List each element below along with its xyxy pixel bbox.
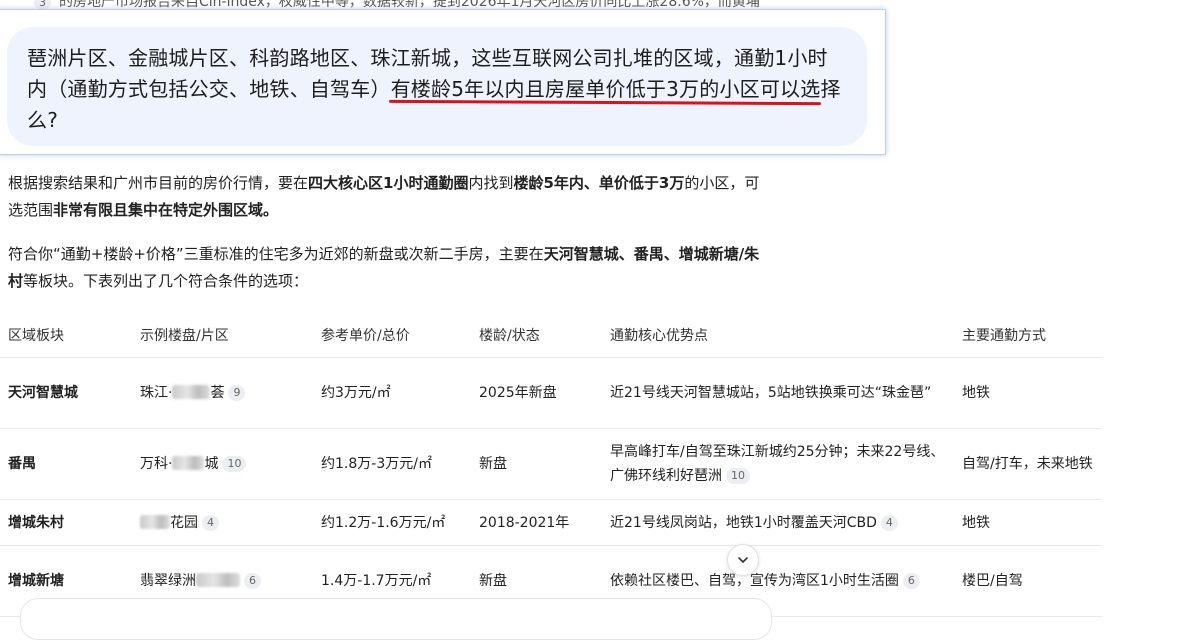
- answer-paragraph-2: 符合你“通勤+楼龄+价格”三重标准的住宅多为近郊的新盘或次新二手房，主要在天河智…: [8, 241, 768, 295]
- options-table: 区域板块 示例楼盘/片区 参考单价/总价 楼龄/状态 通勤核心优势点 主要通勤方…: [0, 313, 1102, 617]
- cell-advantage: 早高峰打车/自驾至珠江新城约25分钟；未来22号线、广佛环线利好琶洲 10: [602, 428, 954, 500]
- citation-badge[interactable]: 9: [228, 385, 246, 401]
- cell-estate: 珠江· 荟 9: [132, 357, 313, 429]
- advantage-text: 近21号线凤岗站，地铁1小时覆盖天河CBD: [610, 514, 877, 531]
- cell-age: 新盘: [471, 428, 602, 500]
- citation-badge[interactable]: 10: [726, 468, 750, 484]
- cell-price: 约1.8万-3万元/㎡: [313, 428, 471, 500]
- estate-name: 荟: [210, 385, 225, 401]
- cell-estate: 万科· 城 10: [132, 428, 313, 500]
- cell-age: 2018-2021年: [471, 499, 602, 546]
- answer-bold: 楼龄5年内、单价低于3万: [513, 174, 685, 192]
- cell-price: 约1.2万-1.6万元/㎡: [313, 499, 471, 546]
- query-underlined-text: 有楼龄5年以内且房屋单价低于3万的小区可以选: [390, 77, 821, 101]
- cell-commute: 地铁: [954, 499, 1102, 546]
- cell-advantage: 近21号线天河智慧城站，5站地铁换乘可达“珠金琶”: [602, 357, 954, 429]
- header-price: 参考单价/总价: [313, 313, 471, 358]
- cell-region: 天河智慧城: [0, 357, 132, 429]
- header-estate: 示例楼盘/片区: [132, 313, 313, 358]
- user-query-container: 琶洲片区、金融城片区、科韵路地区、珠江新城，这些互联网公司扎堆的区域，通勤1小时…: [0, 9, 886, 155]
- user-query-bubble: 琶洲片区、金融城片区、科韵路地区、珠江新城，这些互联网公司扎堆的区域，通勤1小时…: [7, 27, 867, 146]
- cell-commute: 楼巴/自驾: [954, 545, 1102, 617]
- chat-input-panel[interactable]: [20, 598, 772, 640]
- table-row: 天河智慧城 珠江· 荟 9 约3万元/㎡ 2025年新盘 近21号线天河智慧城站，5…: [0, 357, 1102, 429]
- redacted-text: [172, 385, 211, 399]
- answer-text: 符合你“通勤+楼龄+价格”三重标准的住宅多为近郊的新盘或次新二手房，主要在: [8, 245, 544, 263]
- answer-text: 内找到: [468, 174, 514, 192]
- chevron-down-icon: [738, 557, 748, 563]
- cell-commute: 地铁: [954, 357, 1102, 429]
- redacted-text: [172, 456, 205, 470]
- citation-badge[interactable]: 6: [244, 573, 261, 589]
- cell-estate: 花园 4: [132, 499, 313, 546]
- answer-text: 根据搜索结果和广州市目前的房价行情，要在: [8, 174, 309, 192]
- cell-region: 增城朱村: [0, 499, 132, 546]
- estate-name: 万科·: [140, 456, 173, 472]
- estate-name: 珠江·: [140, 385, 173, 401]
- citation-badge[interactable]: 3: [34, 0, 51, 9]
- scroll-to-bottom-button[interactable]: [727, 544, 759, 576]
- cell-region: 番禺: [0, 428, 132, 500]
- cell-age: 2025年新盘: [471, 357, 602, 429]
- advantage-text: 早高峰打车/自驾至珠江新城约25分钟；未来22号线、广佛环线利好琶洲: [610, 444, 945, 484]
- answer-text: 等板块。下表列出了几个符合条件的选项：: [23, 272, 309, 290]
- estate-name: 翡翠绿洲: [140, 573, 196, 589]
- estate-name: 花园: [170, 514, 198, 531]
- cell-advantage: 近21号线凤岗站，地铁1小时覆盖天河CBD 4: [602, 499, 954, 546]
- answer-paragraph-1: 根据搜索结果和广州市目前的房价行情，要在四大核心区1小时通勤圈内找到楼龄5年内、…: [8, 170, 768, 224]
- answer-bold: 四大核心区1小时通勤圈: [308, 174, 469, 192]
- redacted-text: [140, 514, 170, 529]
- cell-commute: 自驾/打车，未来地铁: [954, 428, 1102, 500]
- citation-badge[interactable]: 6: [902, 573, 920, 589]
- citation-badge[interactable]: 4: [880, 514, 898, 531]
- table-row: 增城朱村 花园 4 约1.2万-1.6万元/㎡ 2018-2021年 近21号线凤…: [0, 499, 1102, 546]
- header-commute: 主要通勤方式: [954, 313, 1102, 358]
- answer-bold: 非常有限且集中在特定外围区域。: [53, 201, 279, 219]
- estate-name: 城: [204, 456, 219, 472]
- advantage-text: 依赖社区楼巴、自驾，宣传为湾区1小时生活圈: [610, 573, 899, 589]
- citation-badge[interactable]: 10: [222, 456, 247, 472]
- table-header-row: 区域板块 示例楼盘/片区 参考单价/总价 楼龄/状态 通勤核心优势点 主要通勤方…: [0, 313, 1102, 358]
- header-region: 区域板块: [0, 313, 132, 358]
- table-row: 番禺 万科· 城 10 约1.8万-3万元/㎡ 新盘 早高峰打车/自驾至珠江新城约2…: [0, 428, 1102, 500]
- citation-badge[interactable]: 4: [202, 514, 219, 531]
- header-advantage: 通勤核心优势点: [602, 313, 954, 358]
- cell-price: 约3万元/㎡: [313, 357, 471, 429]
- header-age: 楼龄/状态: [471, 313, 602, 358]
- redacted-text: [196, 573, 240, 587]
